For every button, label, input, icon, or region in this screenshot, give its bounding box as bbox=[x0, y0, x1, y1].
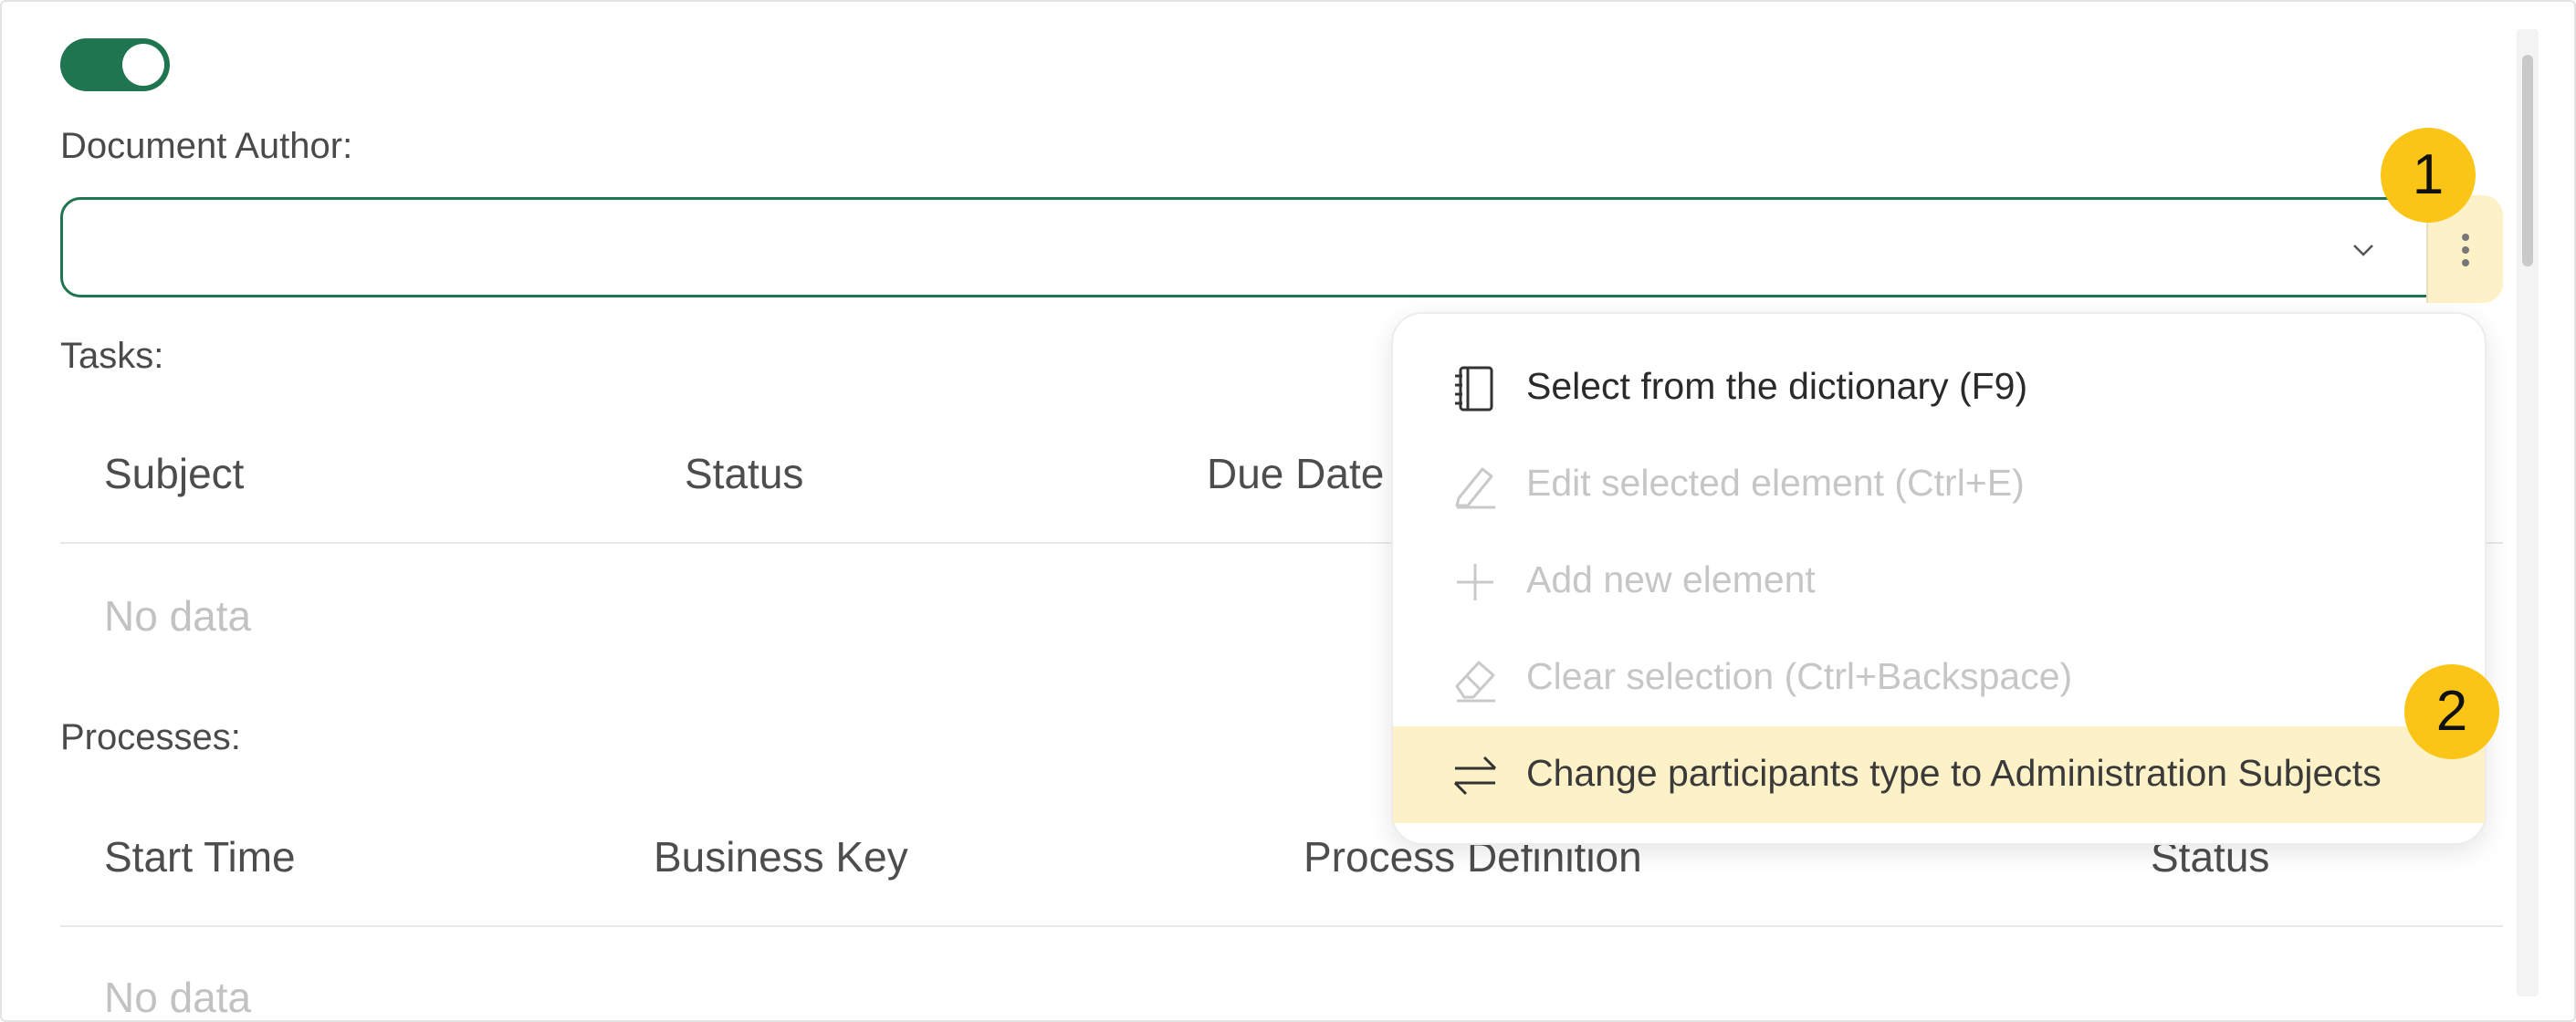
eraser-icon bbox=[1455, 661, 1495, 703]
tasks-label: Tasks: bbox=[60, 336, 164, 376]
menu-item-label: Select from the dictionary (F9) bbox=[1526, 365, 2028, 407]
toggle-switch[interactable] bbox=[60, 38, 170, 91]
kebab-menu-icon bbox=[2462, 234, 2469, 266]
menu-item-change-participants-type[interactable]: Change participants type to Administrati… bbox=[1393, 726, 2485, 823]
menu-item-clear-selection[interactable]: Clear selection (Ctrl+Backspace) bbox=[1393, 630, 2485, 726]
author-label: Document Author: bbox=[60, 126, 353, 166]
callout-2: 2 bbox=[2404, 664, 2499, 759]
scrollbar-thumb[interactable] bbox=[2522, 55, 2533, 266]
swap-arrows-icon bbox=[1453, 756, 1497, 796]
document-author-select[interactable] bbox=[60, 197, 2503, 297]
callout-1: 1 bbox=[2381, 128, 2476, 223]
menu-item-label: Edit selected element (Ctrl+E) bbox=[1526, 462, 2025, 504]
notebook-icon bbox=[1455, 366, 1493, 412]
plus-icon bbox=[1457, 564, 1493, 600]
context-menu: Select from the dictionary (F9) Edit sel… bbox=[1391, 312, 2487, 845]
menu-item-edit-selected[interactable]: Edit selected element (Ctrl+E) bbox=[1393, 436, 2485, 533]
processes-col-business-key: Business Key bbox=[654, 833, 908, 881]
processes-col-start-time: Start Time bbox=[104, 833, 296, 881]
menu-item-add-new-element[interactable]: Add new element bbox=[1393, 533, 2485, 630]
menu-item-label: Add new element bbox=[1526, 558, 1816, 600]
form-panel: Document Author: 1 Tasks: Subject Status… bbox=[0, 0, 2576, 1022]
menu-item-select-from-dictionary[interactable]: Select from the dictionary (F9) bbox=[1393, 339, 2485, 436]
processes-empty-text: No data bbox=[104, 974, 252, 1021]
tasks-empty-text: No data bbox=[104, 592, 252, 640]
pencil-icon bbox=[1455, 467, 1495, 509]
processes-header-divider bbox=[60, 925, 2503, 927]
tasks-col-due-date: Due Date bbox=[1207, 450, 1385, 497]
tasks-col-status: Status bbox=[685, 450, 804, 497]
menu-item-label: Clear selection (Ctrl+Backspace) bbox=[1526, 655, 2073, 697]
processes-label: Processes: bbox=[60, 717, 241, 757]
chevron-down-icon[interactable] bbox=[2350, 236, 2377, 264]
toggle-knob bbox=[122, 44, 164, 86]
menu-item-label: Change participants type to Administrati… bbox=[1526, 752, 2382, 794]
tasks-col-subject: Subject bbox=[104, 450, 245, 497]
